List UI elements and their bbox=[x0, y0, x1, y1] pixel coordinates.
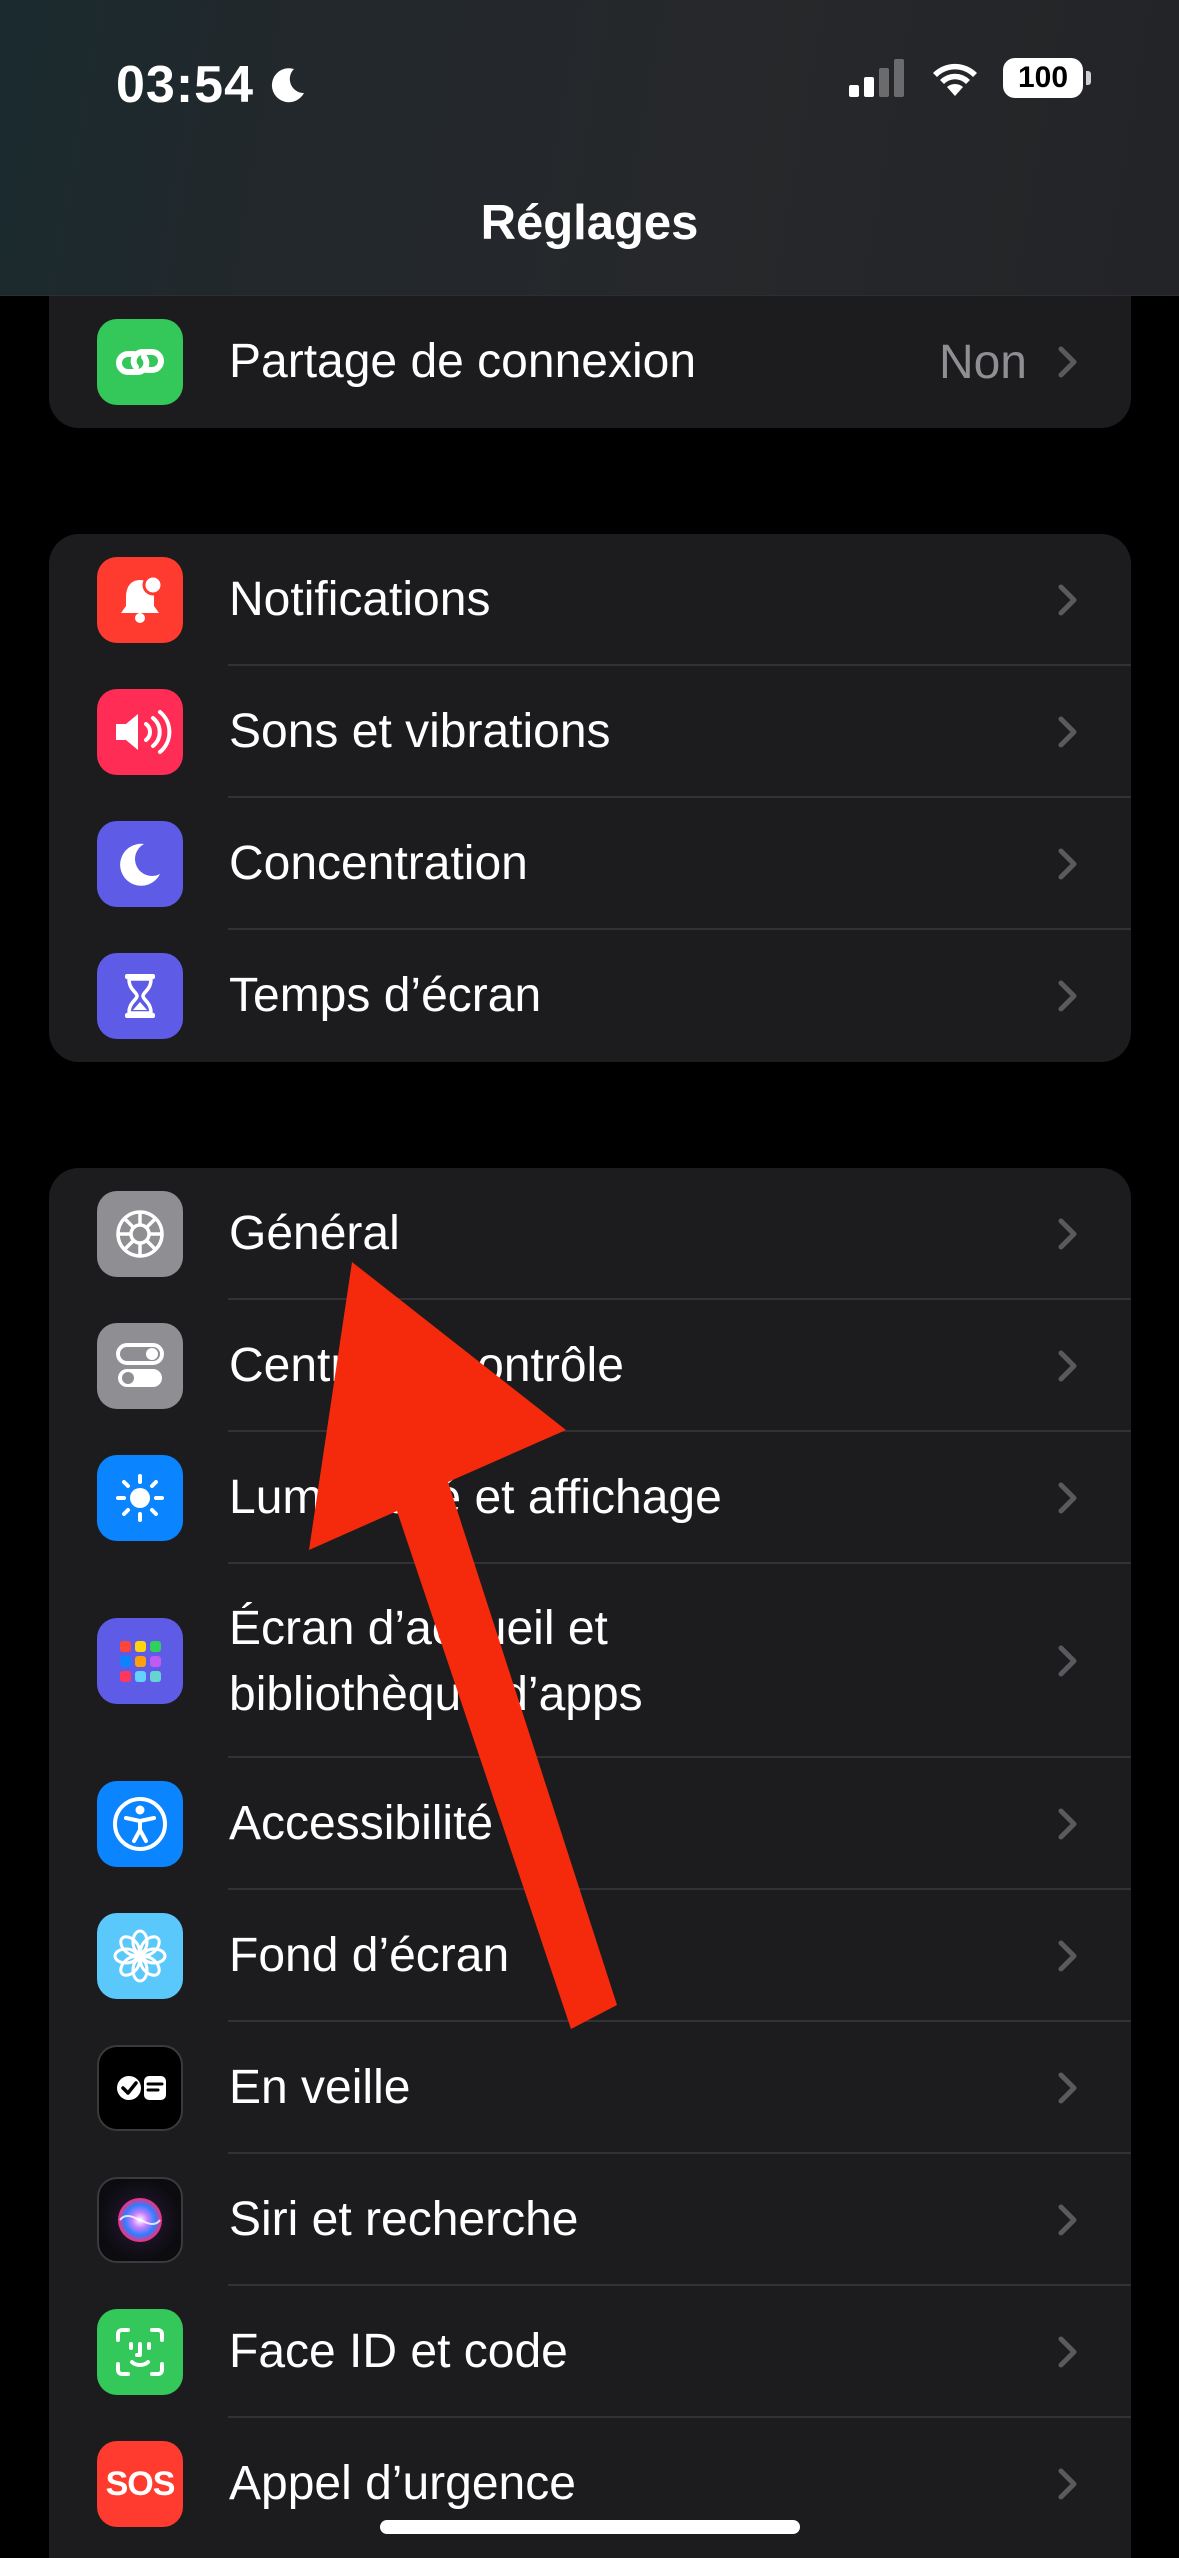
chevron-right-icon bbox=[1058, 1482, 1077, 1514]
home-indicator[interactable] bbox=[380, 2520, 800, 2534]
chevron-right-icon bbox=[1058, 848, 1077, 880]
face-id-icon bbox=[97, 2309, 183, 2395]
app-grid-icon bbox=[97, 1618, 183, 1704]
flower-icon bbox=[97, 1913, 183, 1999]
row-label: Sons et vibrations bbox=[229, 705, 611, 758]
row-focus[interactable]: Concentration bbox=[49, 798, 1131, 930]
accessibility-icon bbox=[97, 1781, 183, 1867]
row-sounds[interactable]: Sons et vibrations bbox=[49, 666, 1131, 798]
cellular-signal-icon bbox=[849, 59, 904, 97]
chevron-right-icon bbox=[1058, 1218, 1077, 1250]
chevron-right-icon bbox=[1058, 2336, 1077, 2368]
page-title: Réglages bbox=[480, 196, 699, 250]
row-label: Face ID et code bbox=[229, 2325, 568, 2378]
row-label-line2: bibliothèque d’apps bbox=[229, 1668, 643, 1721]
status-time: 03:54 bbox=[116, 55, 308, 115]
moon-icon bbox=[97, 821, 183, 907]
row-wallpaper[interactable]: Fond d’écran bbox=[49, 1890, 1131, 2022]
row-label: Concentration bbox=[229, 837, 528, 890]
chevron-right-icon bbox=[1058, 716, 1077, 748]
row-standby[interactable]: En veille bbox=[49, 2022, 1131, 2154]
chevron-right-icon bbox=[1058, 346, 1077, 378]
siri-icon bbox=[97, 2177, 183, 2263]
chevron-right-icon bbox=[1058, 1645, 1077, 1677]
row-label: Centre de contrôle bbox=[229, 1339, 624, 1392]
gear-icon bbox=[97, 1191, 183, 1277]
row-control-center[interactable]: Centre de contrôle bbox=[49, 1300, 1131, 1432]
row-label: Notifications bbox=[229, 573, 491, 626]
row-personal-hotspot[interactable]: Partage de connexion Non bbox=[49, 296, 1131, 428]
row-general[interactable]: Général bbox=[49, 1168, 1131, 1300]
sun-icon bbox=[97, 1455, 183, 1541]
battery-indicator: 100 bbox=[1003, 58, 1091, 98]
settings-group-connectivity: Partage de connexion Non bbox=[49, 296, 1131, 428]
row-home-screen[interactable]: Écran d’accueil et bibliothèque d’apps bbox=[49, 1564, 1131, 1758]
row-label: Écran d’accueil et bibliothèque d’apps bbox=[229, 1596, 643, 1728]
chevron-right-icon bbox=[1058, 1940, 1077, 1972]
row-label: Siri et recherche bbox=[229, 2193, 579, 2246]
row-label: Fond d’écran bbox=[229, 1929, 510, 1982]
chevron-right-icon bbox=[1058, 980, 1077, 1012]
row-face-id[interactable]: Face ID et code bbox=[49, 2286, 1131, 2418]
row-label: Appel d’urgence bbox=[229, 2457, 576, 2510]
moon-icon bbox=[271, 68, 304, 103]
row-value: Non bbox=[938, 335, 1027, 389]
chevron-right-icon bbox=[1058, 2204, 1077, 2236]
row-label: Accessibilité bbox=[229, 1797, 494, 1850]
bell-icon bbox=[97, 557, 183, 643]
row-label: Général bbox=[229, 1207, 400, 1260]
time-text: 03:54 bbox=[116, 56, 254, 114]
row-label-line1: Écran d’accueil et bbox=[229, 1602, 608, 1655]
sos-icon: SOS bbox=[97, 2441, 183, 2527]
chevron-right-icon bbox=[1058, 1350, 1077, 1382]
status-indicators: 100 bbox=[849, 58, 1091, 98]
row-screen-time[interactable]: Temps d’écran bbox=[49, 930, 1131, 1062]
row-notifications[interactable]: Notifications bbox=[49, 534, 1131, 666]
hourglass-icon bbox=[97, 953, 183, 1039]
row-label: Partage de connexion bbox=[229, 335, 697, 388]
row-siri[interactable]: Siri et recherche bbox=[49, 2154, 1131, 2286]
sos-icon-text: SOS bbox=[105, 2464, 176, 2503]
row-display-brightness[interactable]: Luminosité et affichage bbox=[49, 1432, 1131, 1564]
settings-group-notifications: Notifications Sons et vibrations Concent… bbox=[49, 534, 1131, 1062]
chevron-right-icon bbox=[1058, 1808, 1077, 1840]
row-label: Temps d’écran bbox=[229, 969, 542, 1022]
chevron-right-icon bbox=[1058, 584, 1077, 616]
standby-icon bbox=[97, 2045, 183, 2131]
status-bar: 03:54 100 Réglages bbox=[0, 0, 1179, 296]
chevron-right-icon bbox=[1058, 2468, 1077, 2500]
toggles-icon bbox=[97, 1323, 183, 1409]
battery-level: 100 bbox=[1017, 61, 1069, 94]
row-label: En veille bbox=[229, 2061, 411, 2114]
row-accessibility[interactable]: Accessibilité bbox=[49, 1758, 1131, 1890]
settings-group-general: Général Centre de contrôle Luminosité et… bbox=[49, 1168, 1131, 2558]
wifi-icon bbox=[933, 63, 977, 96]
hotspot-icon bbox=[97, 319, 183, 405]
speaker-icon bbox=[97, 689, 183, 775]
row-label: Luminosité et affichage bbox=[229, 1471, 722, 1524]
chevron-right-icon bbox=[1058, 2072, 1077, 2104]
